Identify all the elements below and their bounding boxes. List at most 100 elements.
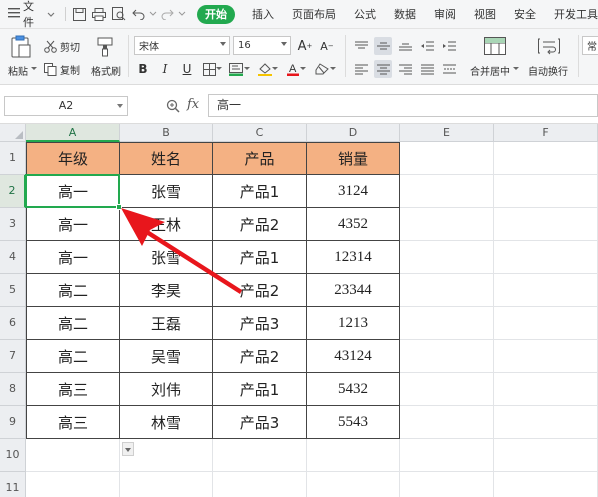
table-cell[interactable]: 4352 — [307, 208, 400, 241]
tab-page-layout[interactable]: 页面布局 — [283, 0, 345, 29]
row-header-5[interactable]: 5 — [0, 274, 26, 307]
italic-button[interactable]: I — [156, 60, 174, 78]
tab-review[interactable]: 审阅 — [425, 0, 465, 29]
row-header-11[interactable]: 11 — [0, 472, 26, 497]
print-preview-icon[interactable] — [109, 4, 129, 24]
increase-indent-icon[interactable] — [440, 37, 458, 55]
font-name-select[interactable]: 宋体 — [134, 36, 230, 55]
increase-font-icon[interactable]: A + — [296, 37, 314, 55]
distributed-align-icon[interactable] — [440, 60, 458, 78]
merge-center-button[interactable] — [478, 35, 512, 57]
table-cell[interactable]: 高一 — [26, 175, 120, 208]
table-cell[interactable]: 3124 — [307, 175, 400, 208]
table-cell[interactable]: 产品2 — [213, 340, 307, 373]
table-cell[interactable]: 5543 — [307, 406, 400, 439]
chevron-down-icon[interactable] — [513, 66, 519, 72]
table-cell[interactable]: 高一 — [26, 208, 120, 241]
row-header-9[interactable]: 9 — [0, 406, 26, 439]
table-cell[interactable]: 1213 — [307, 307, 400, 340]
chevron-down-icon[interactable] — [215, 60, 223, 78]
table-header-cell[interactable]: 产品 — [213, 142, 307, 175]
table-cell[interactable]: 产品1 — [213, 241, 307, 274]
align-center-icon[interactable] — [374, 60, 392, 78]
row-header-8[interactable]: 8 — [0, 373, 26, 406]
save-icon[interactable] — [70, 4, 90, 24]
chevron-down-icon[interactable] — [148, 4, 158, 24]
table-cell[interactable]: 43124 — [307, 340, 400, 373]
table-cell[interactable]: 产品1 — [213, 373, 307, 406]
paste-label[interactable]: 粘贴 — [8, 63, 28, 78]
row-header-4[interactable]: 4 — [0, 241, 26, 274]
chevron-down-icon[interactable] — [31, 66, 37, 72]
number-format-select[interactable]: 常 — [582, 36, 598, 55]
redo-icon[interactable] — [158, 4, 178, 24]
table-header-cell[interactable]: 姓名 — [120, 142, 213, 175]
table-cell[interactable]: 王林 — [120, 208, 213, 241]
column-header-d[interactable]: D — [307, 124, 400, 142]
chevron-down-icon[interactable] — [271, 60, 279, 78]
row-header-2[interactable]: 2 — [0, 175, 26, 208]
table-header-cell[interactable]: 销量 — [307, 142, 400, 175]
chevron-down-icon[interactable] — [329, 60, 337, 78]
underline-button[interactable]: U — [178, 60, 196, 78]
align-middle-icon[interactable] — [374, 37, 392, 55]
wrap-text-button[interactable] — [534, 35, 564, 57]
chevron-down-icon[interactable] — [177, 4, 187, 24]
row-header-3[interactable]: 3 — [0, 208, 26, 241]
table-header-cell[interactable]: 年级 — [26, 142, 120, 175]
column-header-b[interactable]: B — [120, 124, 213, 142]
wrap-text-label[interactable]: 自动换行 — [528, 63, 568, 78]
table-cell[interactable]: 产品2 — [213, 208, 307, 241]
cut-button[interactable]: 剪切 — [44, 38, 86, 54]
align-right-icon[interactable] — [396, 60, 414, 78]
tab-security[interactable]: 安全 — [505, 0, 545, 29]
table-cell[interactable]: 李昊 — [120, 274, 213, 307]
undo-icon[interactable] — [128, 4, 148, 24]
table-cell[interactable]: 23344 — [307, 274, 400, 307]
table-cell[interactable]: 高一 — [26, 241, 120, 274]
column-header-c[interactable]: C — [213, 124, 307, 142]
tab-developer[interactable]: 开发工具 — [545, 0, 598, 29]
column-header-e[interactable]: E — [400, 124, 494, 142]
tab-formulas[interactable]: 公式 — [345, 0, 385, 29]
name-box[interactable]: A2 — [4, 96, 128, 116]
zoom-icon[interactable] — [166, 99, 180, 116]
align-left-icon[interactable] — [352, 60, 370, 78]
table-cell[interactable]: 5432 — [307, 373, 400, 406]
table-cell[interactable]: 张雪 — [120, 241, 213, 274]
format-painter-label[interactable]: 格式刷 — [91, 63, 121, 78]
paste-button[interactable] — [6, 34, 36, 60]
decrease-indent-icon[interactable] — [418, 37, 436, 55]
tab-insert[interactable]: 插入 — [243, 0, 283, 29]
table-cell[interactable]: 吴雪 — [120, 340, 213, 373]
table-cell[interactable]: 高二 — [26, 307, 120, 340]
chevron-down-icon[interactable] — [243, 60, 251, 78]
print-icon[interactable] — [89, 4, 109, 24]
row-header-10[interactable]: 10 — [0, 439, 26, 472]
table-cell[interactable]: 产品1 — [213, 175, 307, 208]
format-painter-button[interactable] — [92, 36, 118, 58]
merge-center-label[interactable]: 合并居中 — [470, 63, 510, 78]
formula-input[interactable]: 高一 — [208, 94, 598, 117]
bold-button[interactable]: B — [134, 60, 152, 78]
table-cell[interactable]: 产品3 — [213, 406, 307, 439]
fill-handle[interactable] — [116, 204, 122, 210]
table-cell[interactable]: 张雪 — [120, 175, 213, 208]
insert-function-button[interactable]: fx — [187, 97, 199, 112]
table-cell[interactable]: 产品3 — [213, 307, 307, 340]
decrease-font-icon[interactable]: A − — [318, 37, 336, 55]
spreadsheet-grid[interactable]: A B C D E F 1 2 3 4 5 6 7 8 9 10 11 年级 姓名 产品 销量 高一 张雪 产品1 3124 高一… — [0, 124, 598, 497]
table-cell[interactable]: 高二 — [26, 274, 120, 307]
column-header-a[interactable]: A — [26, 124, 120, 142]
table-cell[interactable]: 王磊 — [120, 307, 213, 340]
justify-icon[interactable] — [418, 60, 436, 78]
table-cell[interactable]: 林雪 — [120, 406, 213, 439]
table-cell[interactable]: 产品2 — [213, 274, 307, 307]
tab-home[interactable]: 开始 — [197, 4, 236, 24]
align-bottom-icon[interactable] — [396, 37, 414, 55]
row-header-7[interactable]: 7 — [0, 340, 26, 373]
align-top-icon[interactable] — [352, 37, 370, 55]
tab-data[interactable]: 数据 — [385, 0, 425, 29]
tab-view[interactable]: 视图 — [465, 0, 505, 29]
row-header-1[interactable]: 1 — [0, 142, 26, 175]
